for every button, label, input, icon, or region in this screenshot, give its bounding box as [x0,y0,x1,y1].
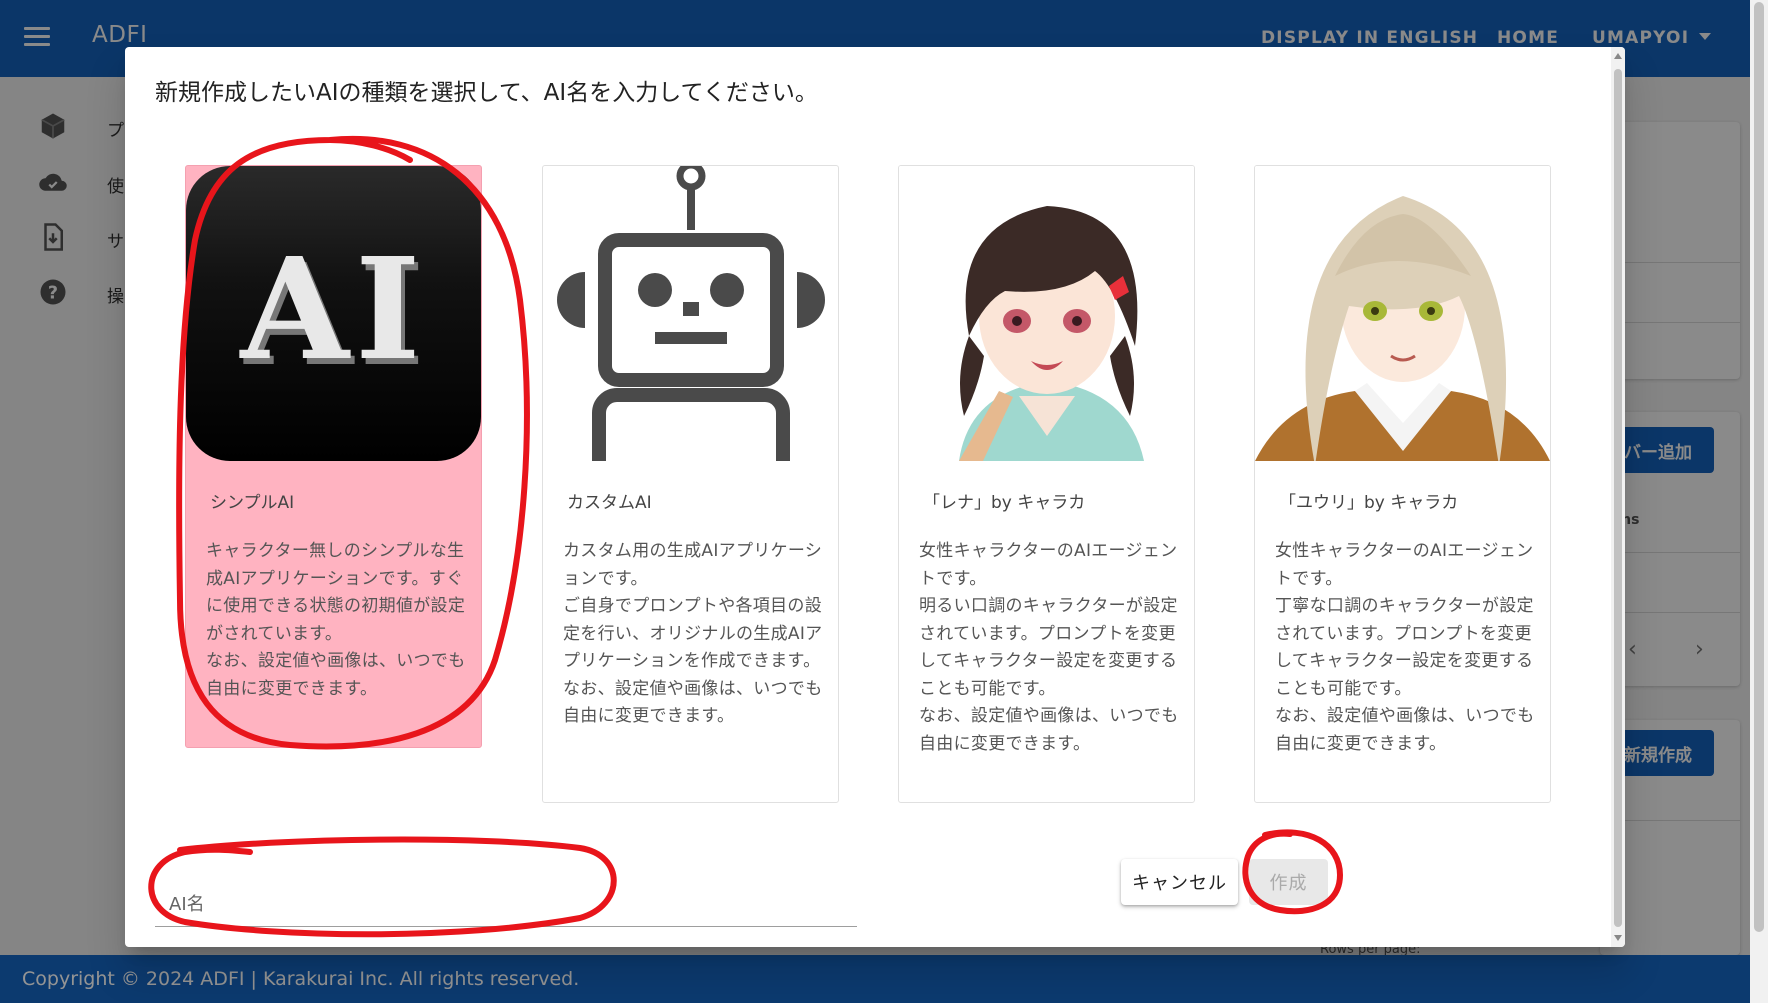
card-description: キャラクター無しのシンプルな生成AIアプリケーションです。すぐに使用できる状態の… [206,541,466,699]
card-name: 「レナ」by キャラカ [923,493,1086,513]
ai-name-input[interactable] [155,877,857,926]
rena-character-image [899,166,1194,461]
robot-icon [543,166,838,461]
card-name: 「ユウリ」by キャラカ [1279,493,1459,513]
card-custom-ai[interactable]: カスタムAI カスタム用の生成AIアプリケーションです。 ご自身でプロンプトや各… [542,165,839,803]
ai-name-field[interactable] [155,877,857,927]
card-name: シンプルAI [210,493,295,513]
ai-logo-icon: AI [186,166,481,461]
yuuri-character-image [1255,166,1550,461]
card-rena[interactable]: 「レナ」by キャラカ 女性キャラクターのAIエージェントです。 明るい口調のキ… [898,165,1195,803]
cancel-button[interactable]: キャンセル [1121,859,1238,905]
simple-ai-image: AI [186,166,481,461]
card-simple-ai[interactable]: AI シンプルAI キャラクター無しのシンプルな生成AIアプリケーションです。す… [185,165,482,748]
dialog-title: 新規作成したいAIの種類を選択して、AI名を入力してください。 [155,80,818,106]
scrollbar-thumb[interactable] [1754,2,1764,932]
card-yuuri[interactable]: 「ユウリ」by キャラカ 女性キャラクターのAIエージェントです。 丁寧な口調の… [1254,165,1551,803]
scrollbar-thumb[interactable] [1614,69,1622,927]
card-description: 女性キャラクターのAIエージェントです。 丁寧な口調のキャラクターが設定されてい… [1275,541,1535,754]
dialog-scrollbar[interactable] [1611,47,1625,947]
page-scrollbar[interactable] [1750,0,1768,1003]
scroll-up-icon[interactable] [1614,53,1622,59]
create-ai-dialog: 新規作成したいAIの種類を選択して、AI名を入力してください。 AI シンプルA… [125,47,1625,947]
footer-overlay [0,955,1768,1003]
card-name: カスタムAI [567,493,652,513]
create-button[interactable]: 作成 [1249,859,1328,905]
scroll-down-icon[interactable] [1614,935,1622,941]
card-description: 女性キャラクターのAIエージェントです。 明るい口調のキャラクターが設定されてい… [919,541,1179,754]
card-description: カスタム用の生成AIアプリケーションです。 ご自身でプロンプトや各項目の設定を行… [563,541,823,726]
